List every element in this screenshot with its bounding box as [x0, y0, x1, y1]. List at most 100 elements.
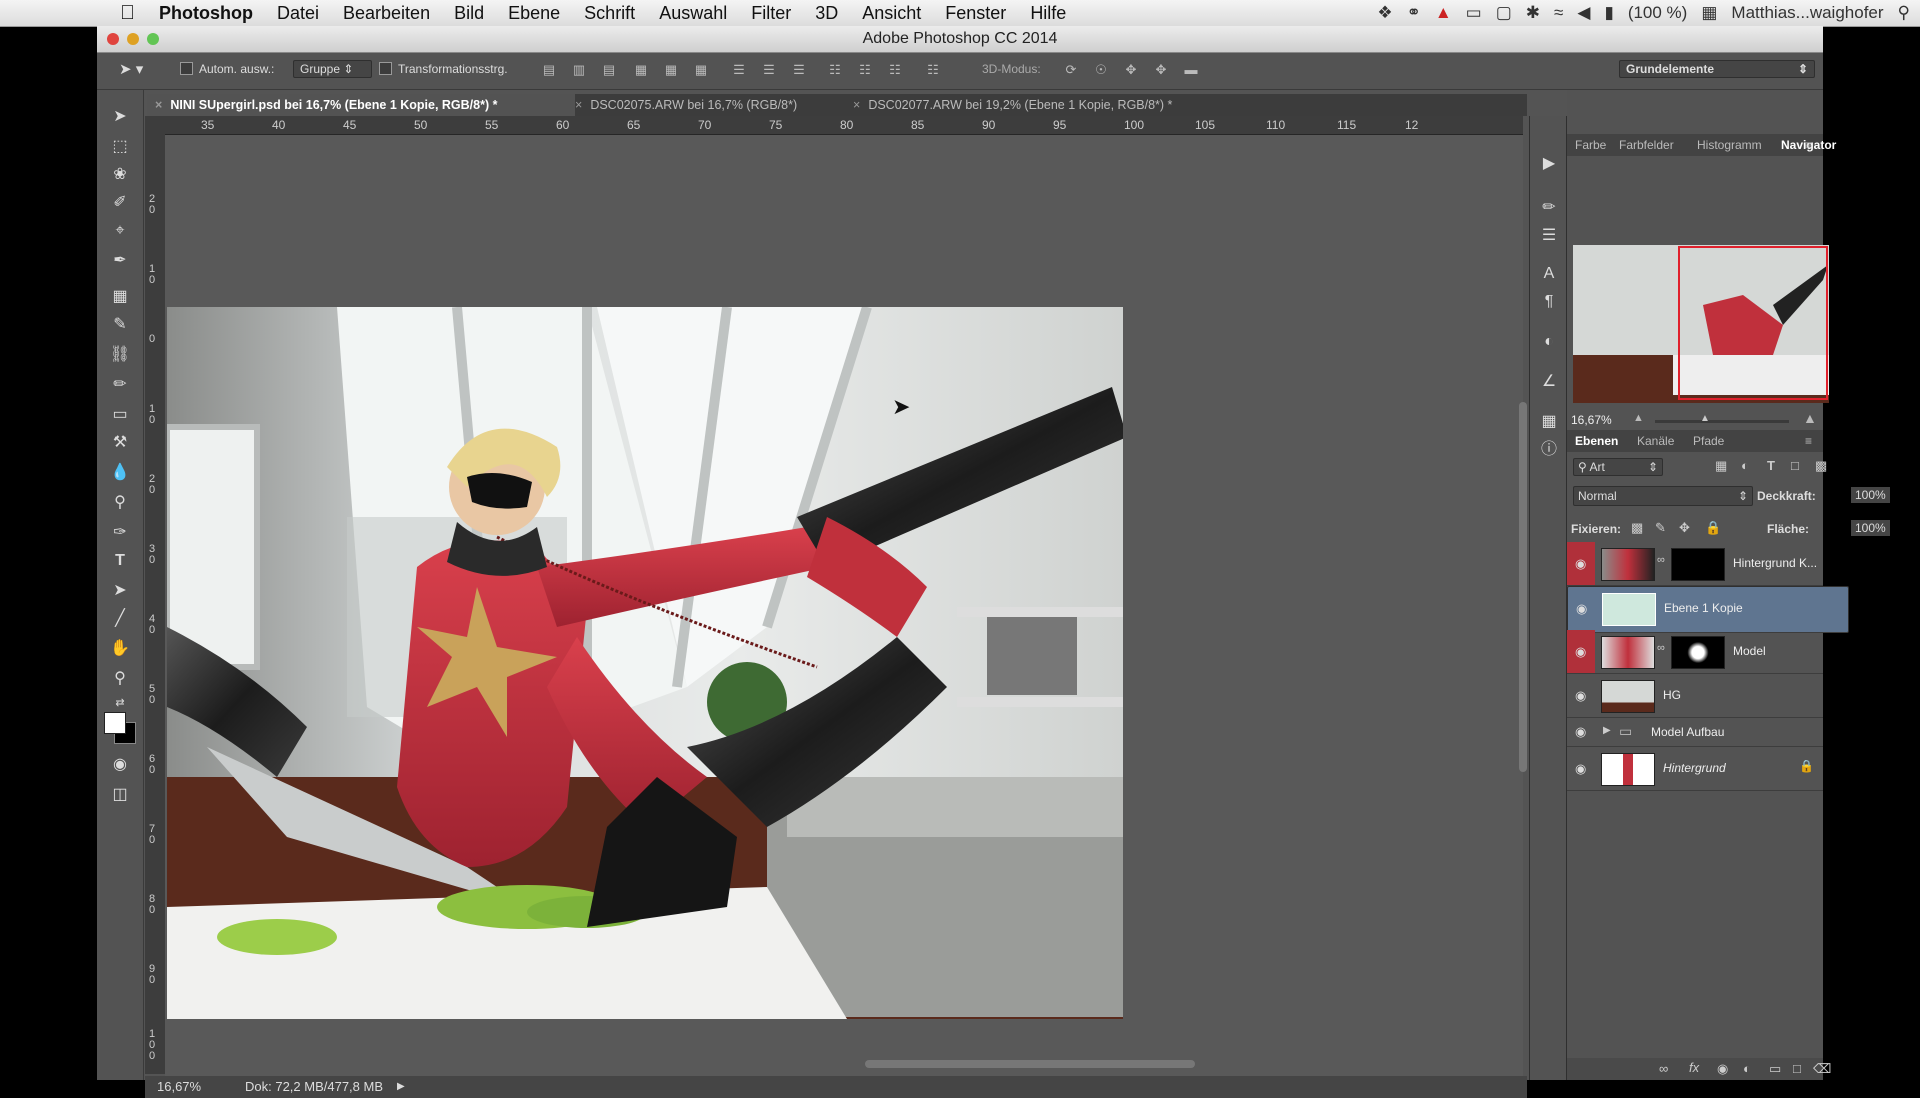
align-right-icon[interactable]: ▦ [693, 63, 709, 77]
quick-mask-icon[interactable]: ◉ [106, 752, 134, 778]
eraser-tool-icon[interactable]: ▭ [106, 402, 134, 428]
filter-adjustment-icon[interactable]: ◐ [1741, 458, 1749, 473]
delete-layer-icon[interactable]: ⌫ [1813, 1061, 1831, 1077]
add-mask-icon[interactable]: ◉ [1717, 1061, 1728, 1077]
healing-brush-tool-icon[interactable]: ▦ [106, 284, 134, 310]
menu-bearbeiten[interactable]: Bearbeiten [331, 3, 442, 24]
menu-ebene[interactable]: Ebene [496, 3, 572, 24]
lock-transparent-icon[interactable]: ▩ [1631, 520, 1643, 536]
layer-row[interactable]: ◉ Ebene 1 Kopie [1567, 586, 1849, 633]
lasso-tool-icon[interactable]: ❀ [106, 162, 134, 188]
menu-datei[interactable]: Datei [265, 3, 331, 24]
zoom-slider-thumb[interactable]: ▲ [1700, 413, 1710, 424]
path-selection-tool-icon[interactable]: ➤ [106, 578, 134, 604]
foreground-color-swatch[interactable] [104, 712, 126, 734]
navigator-zoom-value[interactable]: 16,67% [1571, 413, 1612, 427]
apple-icon[interactable]:  [0, 2, 147, 25]
navigator-preview[interactable] [1573, 245, 1829, 403]
close-tab-icon[interactable]: × [853, 98, 860, 112]
lock-position-icon[interactable]: ✥ [1679, 520, 1690, 536]
eyedropper-tool-icon[interactable]: ✒ [106, 248, 134, 274]
transform-controls-checkbox[interactable]: Transformationsstrg. [379, 62, 508, 76]
distribute-left-icon[interactable]: ☷ [827, 63, 843, 77]
tab-farbe[interactable]: Farbe [1575, 138, 1606, 152]
3d-drag-icon[interactable]: ✥ [1123, 63, 1139, 77]
vertical-ruler[interactable]: 20 10 0 10 20 30 40 50 60 70 80 90 100 [145, 134, 166, 1074]
layer-mask-thumbnail[interactable] [1671, 636, 1725, 669]
layer-row[interactable]: ◉ ∞ Hintergrund K... [1567, 542, 1823, 586]
bluetooth-icon[interactable]: ✱ [1526, 3, 1540, 23]
visibility-toggle[interactable]: ◉ [1567, 674, 1595, 717]
zoom-tool-icon[interactable]: ⚲ [106, 666, 134, 692]
filter-type-icon[interactable]: T [1767, 458, 1775, 473]
distribute-hcenter-icon[interactable]: ☷ [857, 63, 873, 77]
close-window-button[interactable] [107, 33, 119, 45]
align-hcenter-icon[interactable]: ▦ [663, 63, 679, 77]
distribute-vcenter-icon[interactable]: ☰ [761, 63, 777, 77]
adjustment-layer-icon[interactable]: ◐ [1743, 1061, 1751, 1076]
new-group-icon[interactable]: ▭ [1769, 1061, 1781, 1077]
tab-histogramm[interactable]: Histogramm [1697, 138, 1762, 152]
menu-ansicht[interactable]: Ansicht [850, 3, 933, 24]
layer-mask-thumbnail[interactable] [1671, 548, 1725, 581]
menu-bild[interactable]: Bild [442, 3, 496, 24]
layer-row[interactable]: ◉ Hintergrund 🔒 [1567, 747, 1823, 791]
adjustments-icon[interactable]: ☰ [1539, 226, 1559, 246]
tab-document-2[interactable]: × DSC02075.ARW bei 16,7% (RGB/8*) [567, 94, 845, 116]
visibility-toggle[interactable]: ◉ [1567, 718, 1595, 746]
properties-icon[interactable]: ▦ [1539, 412, 1559, 432]
opacity-input[interactable]: 100% [1851, 487, 1890, 503]
visibility-toggle[interactable]: ◉ [1567, 542, 1595, 585]
navigator-zoom-slider[interactable] [1655, 420, 1789, 423]
menu-3d[interactable]: 3D [803, 3, 850, 24]
menu-filter[interactable]: Filter [739, 3, 803, 24]
3d-slide-icon[interactable]: ✥ [1153, 63, 1169, 77]
minimize-window-button[interactable] [127, 33, 139, 45]
acrobat-icon[interactable]: ▲ [1435, 3, 1452, 23]
move-tool-icon[interactable]: ➤ [106, 104, 134, 130]
blend-mode-dropdown[interactable]: Normal ⇕ [1573, 486, 1753, 506]
auto-align-icon[interactable]: ☷ [925, 63, 941, 77]
history-brush-tool-icon[interactable]: ✏ [106, 372, 134, 398]
clone-source-icon[interactable]: ∠ [1539, 372, 1559, 392]
3d-roll-icon[interactable]: ☉ [1093, 63, 1109, 77]
type-tool-icon[interactable]: T [106, 548, 134, 574]
tab-pfade[interactable]: Pfade [1693, 434, 1724, 448]
auto-select-dropdown[interactable]: Gruppe ⇕ [293, 60, 373, 78]
lock-image-icon[interactable]: ✎ [1655, 520, 1666, 536]
distribute-right-icon[interactable]: ☷ [887, 63, 903, 77]
tab-document-3[interactable]: × DSC02077.ARW bei 19,2% (Ebene 1 Kopie, … [845, 94, 1233, 116]
tab-document-1[interactable]: × NINI SUpergirl.psd bei 16,7% (Ebene 1 K… [147, 94, 575, 116]
line-tool-icon[interactable]: ╱ [106, 606, 134, 632]
actions-play-icon[interactable]: ▶ [1539, 154, 1559, 174]
lock-all-icon[interactable]: 🔒 [1705, 520, 1721, 536]
window-icon[interactable]: ▭ [1466, 3, 1482, 23]
horizontal-ruler[interactable]: 35 40 45 50 55 60 65 70 75 80 85 90 95 1… [165, 116, 1523, 135]
dodge-tool-icon[interactable]: ⚲ [106, 490, 134, 516]
align-bottom-icon[interactable]: ▤ [601, 63, 617, 77]
menu-fenster[interactable]: Fenster [933, 3, 1018, 24]
link-layers-icon[interactable]: ∞ [1659, 1061, 1668, 1076]
fill-input[interactable]: 100% [1851, 520, 1890, 536]
creative-cloud-icon[interactable]: ⚭ [1407, 3, 1421, 23]
user-name[interactable]: Matthias...waighofer [1731, 3, 1883, 23]
align-left-icon[interactable]: ▦ [633, 63, 649, 77]
wifi-icon[interactable]: ≈ [1554, 3, 1563, 23]
clone-stamp-tool-icon[interactable]: ⛓ [106, 342, 134, 368]
auto-select-checkbox[interactable]: Autom. ausw.: [180, 62, 274, 76]
align-vcenter-icon[interactable]: ▥ [571, 63, 587, 77]
tab-farbfelder[interactable]: Farbfelder [1619, 138, 1674, 152]
close-tab-icon[interactable]: × [155, 98, 162, 112]
hand-tool-icon[interactable]: ✋ [106, 636, 134, 662]
panel-menu-icon[interactable]: ≡ [1805, 138, 1812, 152]
menu-schrift[interactable]: Schrift [572, 3, 647, 24]
screen-mode-icon[interactable]: ◫ [106, 782, 134, 808]
layer-row[interactable]: ◉ HG [1567, 674, 1823, 718]
tab-kanaele[interactable]: Kanäle [1637, 434, 1674, 448]
3d-rotate-icon[interactable]: ⟳ [1063, 63, 1079, 77]
layer-filter-dropdown[interactable]: ⚲ Art ⇕ [1573, 458, 1663, 476]
filter-pixel-icon[interactable]: ▦ [1715, 458, 1727, 474]
menu-hilfe[interactable]: Hilfe [1018, 3, 1078, 24]
brush-tool-icon[interactable]: ✎ [106, 312, 134, 338]
layer-group-row[interactable]: ◉ ▶ ▭ Model Aufbau [1567, 718, 1823, 747]
